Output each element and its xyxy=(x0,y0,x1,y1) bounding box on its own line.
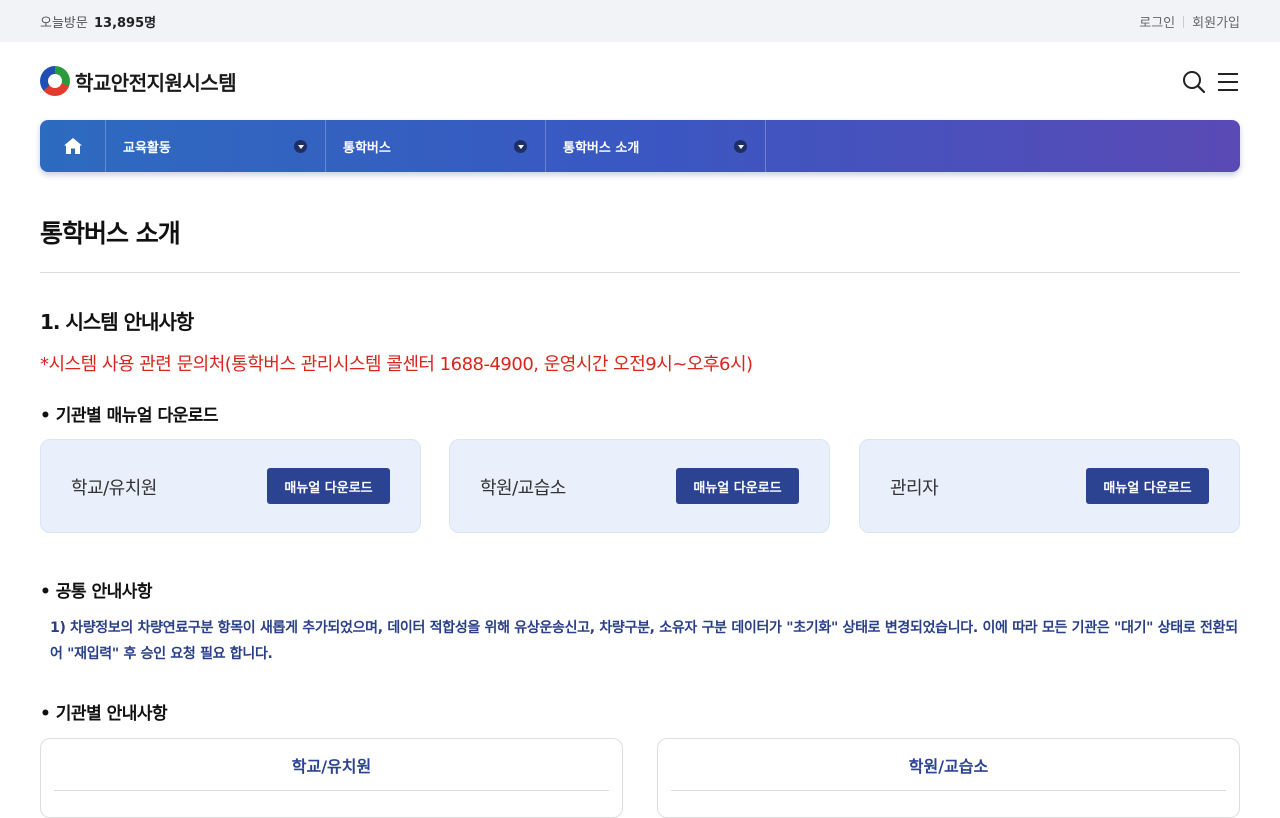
auth-divider xyxy=(1183,15,1185,28)
chevron-down-icon xyxy=(514,139,527,153)
card-divider xyxy=(54,790,609,791)
home-icon xyxy=(63,138,82,154)
site-name: 학교안전지원시스템 xyxy=(75,70,237,95)
manual-download-button[interactable]: 매뉴얼 다운로드 xyxy=(267,468,390,504)
home-button[interactable] xyxy=(40,120,106,172)
page-title: 통학버스 소개 xyxy=(40,219,181,248)
card-divider xyxy=(671,790,1226,791)
manual-card-academy: 학원/교습소 매뉴얼 다운로드 xyxy=(449,439,830,533)
institution-notice-heading: • 기관별 안내사항 xyxy=(40,704,168,724)
manual-card-name: 학원/교습소 xyxy=(480,478,566,499)
site-logo[interactable]: 학교안전지원시스템 xyxy=(40,66,237,96)
institution-card-title: 학원/교습소 xyxy=(908,757,989,776)
breadcrumb-nav: 교육활동 통학버스 통학버스 소개 xyxy=(40,120,1240,172)
header-actions xyxy=(1172,70,1240,94)
search-icon[interactable] xyxy=(1182,70,1206,94)
institution-card-school: 학교/유치원 xyxy=(40,738,623,818)
logo-emblem-icon xyxy=(40,66,70,96)
manual-card-name: 학교/유치원 xyxy=(71,478,157,499)
manual-card-name: 관리자 xyxy=(890,478,939,499)
visitor-label: 오늘방문 xyxy=(40,16,88,31)
login-link[interactable]: 로그인 xyxy=(1139,12,1175,31)
common-notice-heading: • 공통 안내사항 xyxy=(40,582,153,602)
visitor-count: 13,895명 xyxy=(93,16,157,31)
manual-download-button[interactable]: 매뉴얼 다운로드 xyxy=(1086,468,1209,504)
title-divider xyxy=(40,272,1240,273)
signup-link[interactable]: 회원가입 xyxy=(1192,12,1240,31)
manual-download-heading: • 기관별 매뉴얼 다운로드 xyxy=(40,406,219,426)
institution-card-title: 학교/유치원 xyxy=(291,757,372,776)
hamburger-menu-icon[interactable] xyxy=(1216,70,1240,94)
nav-menu-label: 교육활동 xyxy=(123,140,171,156)
nav-menu-label: 통학버스 xyxy=(343,140,391,156)
section-title: 1. 시스템 안내사항 xyxy=(40,310,194,334)
auth-links: 로그인 회원가입 xyxy=(1139,12,1240,31)
manual-download-button[interactable]: 매뉴얼 다운로드 xyxy=(676,468,799,504)
contact-notice: *시스템 사용 관련 문의처(통학버스 관리시스템 콜센터 1688-4900,… xyxy=(40,354,753,375)
visitor-counter: 오늘방문 13,895명 xyxy=(40,12,156,31)
nav-menu-education[interactable]: 교육활동 xyxy=(106,120,326,172)
nav-menu-label: 통학버스 소개 xyxy=(563,140,640,156)
nav-menu-school-bus[interactable]: 통학버스 xyxy=(326,120,546,172)
site-header: 학교안전지원시스템 xyxy=(0,42,1280,120)
institution-card-academy: 학원/교습소 xyxy=(657,738,1240,818)
chevron-down-icon xyxy=(294,139,307,153)
manual-card-school: 학교/유치원 매뉴얼 다운로드 xyxy=(40,439,421,533)
top-utility-bar: 오늘방문 13,895명 로그인 회원가입 xyxy=(0,0,1280,42)
manual-card-admin: 관리자 매뉴얼 다운로드 xyxy=(859,439,1240,533)
chevron-down-icon xyxy=(734,139,747,153)
nav-menu-school-bus-intro[interactable]: 통학버스 소개 xyxy=(546,120,766,172)
common-notice-text: 1) 차량정보의 차량연료구분 항목이 새롭게 추가되었으며, 데이터 적합성을… xyxy=(50,620,1238,662)
